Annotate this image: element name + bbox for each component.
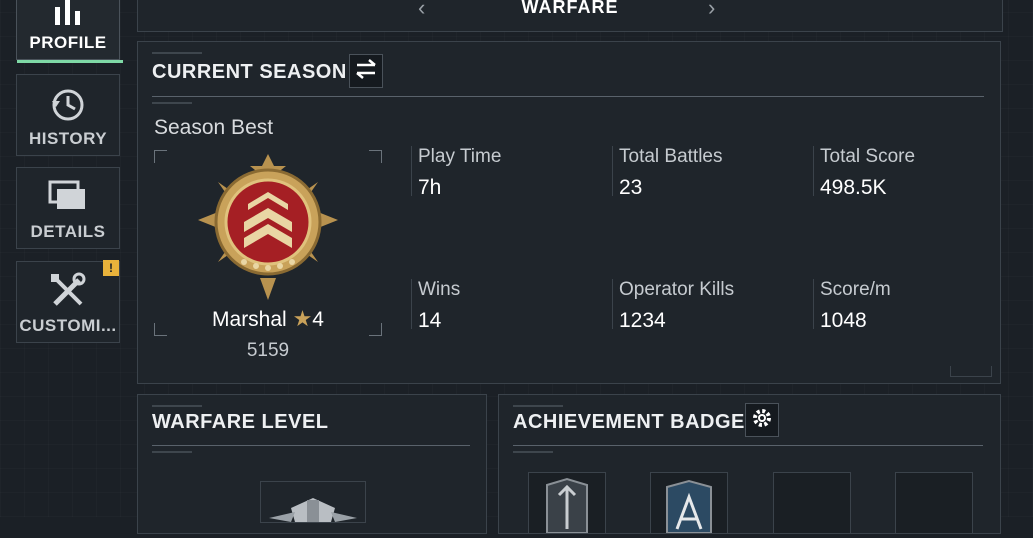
stat-value: 1234 — [619, 309, 666, 332]
stat-label: Total Score — [820, 146, 916, 167]
rank-points: 5159 — [246, 340, 290, 361]
stat-label: Total Battles — [619, 146, 723, 167]
sidebar-item-label: CUSTOMI... — [19, 316, 117, 335]
stat-score-per-minute: Score/m 1048 — [813, 279, 891, 332]
stat-play-time: Play Time 7h — [411, 146, 502, 199]
warfare-level-panel: WARFARE LEVEL — [137, 394, 487, 534]
stat-total-score: Total Score 498.5K — [813, 146, 916, 199]
decor-tick — [152, 102, 192, 104]
decor-tick — [513, 451, 553, 453]
sidebar-item-profile[interactable]: PROFILE — [16, 0, 123, 63]
rank-name: Marshal — [212, 308, 287, 331]
gear-icon — [751, 407, 773, 434]
sidebar-item-label: DETAILS — [30, 222, 106, 241]
sidebar-item-label: PROFILE — [29, 33, 107, 52]
panel-title: CURRENT SEASON — [152, 61, 347, 83]
wrench-screwdriver-icon — [49, 272, 87, 315]
history-icon — [50, 87, 86, 128]
stat-value: 498.5K — [820, 176, 887, 199]
bar-chart-icon — [51, 0, 85, 30]
frame-corner — [154, 150, 167, 163]
badge-slot[interactable] — [528, 472, 606, 534]
frame-corner — [369, 150, 382, 163]
sidebar-item-customize[interactable]: CUSTOMI... ! — [16, 260, 120, 343]
rank-emblem-icon — [188, 152, 348, 307]
stat-wins: Wins 14 — [411, 279, 461, 332]
stat-value: 1048 — [820, 309, 867, 332]
alert-badge: ! — [103, 260, 119, 276]
badge-slot[interactable] — [650, 472, 728, 534]
chevron-right-icon[interactable]: › — [708, 0, 715, 21]
corner-decor — [950, 366, 992, 377]
stat-value: 7h — [418, 176, 442, 199]
stat-operator-kills: Operator Kills 1234 — [612, 279, 735, 332]
sidebar-item-label: HISTORY — [28, 129, 108, 148]
sidebar-item-details[interactable]: DETAILS — [16, 167, 120, 249]
divider — [152, 96, 984, 97]
folder-icon — [48, 180, 88, 217]
sidebar-item-history[interactable]: HISTORY — [16, 74, 120, 156]
badge-slot-empty[interactable] — [773, 472, 851, 534]
stat-label: Operator Kills — [619, 279, 735, 300]
decor-tick — [152, 405, 202, 407]
stat-total-battles: Total Battles 23 — [612, 146, 723, 199]
stat-value: 14 — [418, 309, 442, 332]
swap-icon — [355, 58, 377, 84]
panel-title: ACHIEVEMENT BADGE — [513, 411, 745, 433]
decor-tick — [152, 52, 202, 54]
decor-tick — [152, 451, 192, 453]
a-badge-icon — [666, 479, 712, 534]
decor-tick — [513, 405, 563, 407]
rank-stars: 4 — [312, 308, 324, 331]
divider — [513, 445, 983, 446]
swap-button[interactable] — [349, 54, 383, 88]
stat-label: Play Time — [418, 146, 502, 167]
active-indicator — [17, 60, 123, 63]
stat-value: 23 — [619, 176, 643, 199]
star-icon: ★ — [292, 306, 313, 331]
stat-label: Score/m — [820, 279, 891, 300]
badge-slot-empty[interactable] — [895, 472, 973, 534]
stat-label: Wins — [418, 279, 461, 300]
panel-title: WARFARE LEVEL — [152, 411, 329, 433]
mode-title: WARFARE — [521, 0, 619, 17]
badge-settings-button[interactable] — [745, 403, 779, 437]
mode-selector: ‹ WARFARE › — [137, 0, 1003, 32]
shield-sword-icon — [546, 477, 588, 534]
current-season-panel: CURRENT SEASON Season Best Marshal ★4 51… — [137, 41, 1001, 384]
season-best-label: Season Best — [154, 116, 274, 139]
rank-name-row: Marshal ★4 — [154, 306, 382, 332]
divider — [152, 445, 470, 446]
